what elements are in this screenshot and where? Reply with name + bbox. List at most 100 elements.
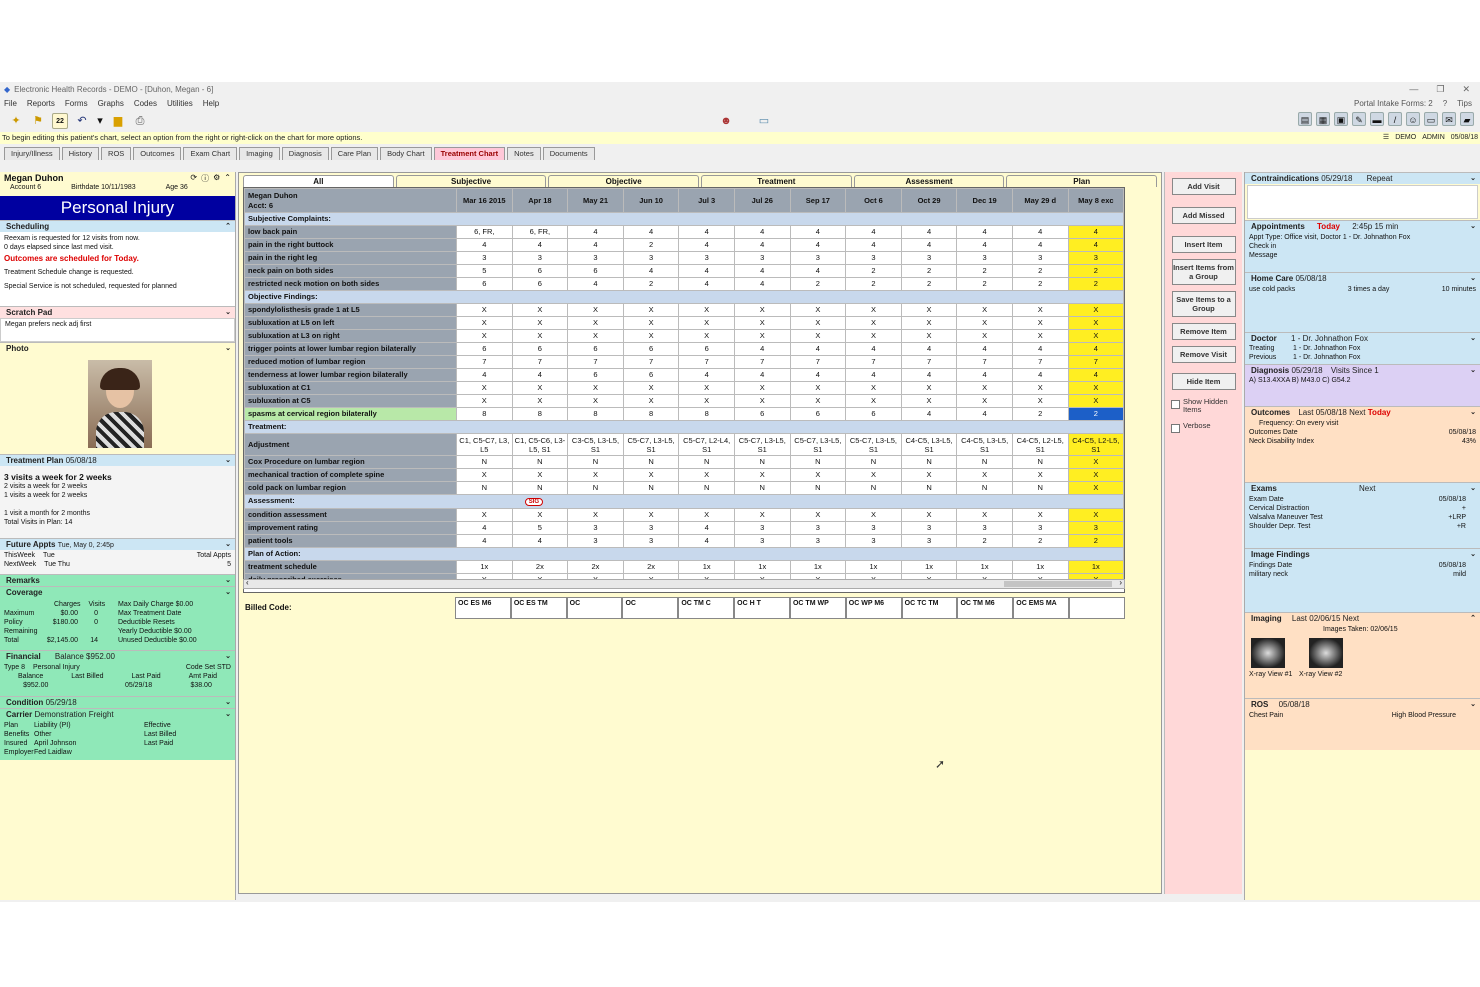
chart-cell[interactable]: 3 <box>733 251 791 265</box>
visit-date-header[interactable]: May 8 exc <box>1067 188 1124 213</box>
item-label[interactable]: trigger points at lower lumbar region bi… <box>244 342 457 356</box>
chart-cell[interactable]: 4 <box>622 264 680 278</box>
collapse-icon[interactable]: ⌃ <box>224 173 231 184</box>
chart-cell[interactable]: X <box>622 381 680 395</box>
chart-cell[interactable]: 6 <box>567 264 624 278</box>
outcomes-header[interactable]: Outcomes Last 05/08/18 Next Today ⌄ <box>1245 406 1480 418</box>
close-icon[interactable]: ✕ <box>1462 84 1470 95</box>
chart-cell[interactable]: X <box>622 394 680 408</box>
hide-item-button[interactable]: Hide Item <box>1171 373 1236 390</box>
chart-cell[interactable]: 3 <box>733 534 791 548</box>
item-label[interactable]: spasms at cervical region bilaterally <box>244 407 457 421</box>
chart-cell[interactable]: X <box>622 303 680 317</box>
chart-cell[interactable]: 7 <box>845 355 902 369</box>
visit-date-header[interactable]: Jul 3 <box>678 188 735 213</box>
chart-cell[interactable]: 4 <box>733 225 791 239</box>
chart-cell[interactable]: 7 <box>622 355 680 369</box>
portal-intake-link[interactable]: Portal Intake Forms: 2 <box>1354 99 1433 108</box>
treatment-grid[interactable]: Megan Duhon Acct: 6 Mar 16 2015 Apr 18 May 2… <box>243 187 1125 593</box>
chart-cell[interactable]: X <box>567 329 624 343</box>
chart-cell[interactable]: X <box>845 316 902 330</box>
menu-reports[interactable]: Reports <box>27 99 55 108</box>
chart-cell[interactable]: 4 <box>1011 225 1069 239</box>
chart-cell[interactable]: 4 <box>511 534 569 548</box>
chart-cell[interactable]: 4 <box>845 225 902 239</box>
chart-cell[interactable]: X <box>678 303 735 317</box>
chart-cell[interactable]: N <box>622 481 680 495</box>
chart-cell[interactable]: 4 <box>678 264 735 278</box>
chart-cell[interactable]: 6 <box>845 407 902 421</box>
chart-cell[interactable]: X <box>789 468 847 482</box>
chart-cell[interactable]: 6 <box>456 342 513 356</box>
chart-cell[interactable]: C4-C5, L3-L5, S1 <box>900 433 958 456</box>
billed-code-cell[interactable]: OC ES TM <box>510 597 567 619</box>
insert-item-button[interactable]: Insert Item <box>1171 236 1236 253</box>
chart-cell[interactable]: X <box>1011 508 1069 522</box>
chart-cell[interactable]: 4 <box>845 368 902 382</box>
home-care-header[interactable]: Home Care 05/08/18 ⌄ <box>1245 272 1480 284</box>
chart-cell[interactable]: 5 <box>456 264 513 278</box>
chart-tab-subjective[interactable]: Subjective <box>395 175 547 187</box>
chart-cell[interactable]: N <box>678 481 735 495</box>
doctor-header[interactable]: Doctor 1 - Dr. Johnathon Fox ⌄ <box>1245 332 1480 344</box>
chart-cell[interactable]: X <box>1067 316 1124 330</box>
calendar-small-icon[interactable]: ▣ <box>1334 112 1348 126</box>
chart-cell[interactable]: X <box>845 329 902 343</box>
undo-icon[interactable]: ↶ <box>74 113 90 129</box>
chart-cell[interactable]: 3 <box>567 251 624 265</box>
chart-cell[interactable]: 6, FR, <box>456 225 513 239</box>
chart-cell[interactable]: 3 <box>1011 251 1069 265</box>
item-label[interactable]: pain in the right buttock <box>244 238 457 252</box>
menu-graphs[interactable]: Graphs <box>98 99 124 108</box>
chart-cell[interactable]: 8 <box>622 407 680 421</box>
tab-outcomes[interactable]: Outcomes <box>133 147 182 160</box>
chart-cell[interactable]: X <box>1067 381 1124 395</box>
chart-cell[interactable]: X <box>789 381 847 395</box>
chart-cell[interactable]: 4 <box>456 368 513 382</box>
chart-cell[interactable]: X <box>845 394 902 408</box>
chart-cell[interactable]: N <box>845 455 902 469</box>
visit-date-header[interactable]: Oct 6 <box>845 188 902 213</box>
chart-cell[interactable]: 3 <box>789 534 847 548</box>
chart-cell[interactable]: 5 <box>511 521 569 535</box>
chart-cell[interactable]: 3 <box>845 251 902 265</box>
chart-cell[interactable]: X <box>567 394 624 408</box>
billed-code-cell[interactable]: OC TC TM <box>901 597 958 619</box>
chart-cell[interactable]: X <box>1011 394 1069 408</box>
item-label[interactable]: subluxation at C5 <box>244 394 457 408</box>
tab-exam-chart[interactable]: Exam Chart <box>183 147 238 160</box>
visit-date-header[interactable]: Dec 19 <box>956 188 1013 213</box>
chart-cell[interactable]: 7 <box>511 355 569 369</box>
chart-tab-objective[interactable]: Objective <box>548 175 700 187</box>
chart-cell[interactable]: 6 <box>567 368 624 382</box>
chart-cell[interactable]: 3 <box>789 251 847 265</box>
chart-cell[interactable]: N <box>622 455 680 469</box>
chart-cell[interactable]: C5-C7, L3-L5, S1 <box>789 433 847 456</box>
chart-cell[interactable]: X <box>733 316 791 330</box>
chart-cell[interactable]: X <box>511 468 569 482</box>
chart-cell[interactable]: 4 <box>900 238 958 252</box>
chart-cell[interactable]: 6 <box>789 407 847 421</box>
help-icon[interactable]: ? <box>1443 99 1447 108</box>
chart-cell[interactable]: X <box>956 394 1013 408</box>
chart-cell[interactable]: 2 <box>1067 277 1124 291</box>
chart-cell[interactable]: X <box>456 303 513 317</box>
chart-cell[interactable]: X <box>622 316 680 330</box>
chart-cell[interactable]: 4 <box>1067 368 1124 382</box>
calendar-icon[interactable]: 22 <box>52 113 68 129</box>
chart-cell[interactable]: 3 <box>845 534 902 548</box>
billed-code-cell[interactable]: OC <box>622 597 679 619</box>
chart-cell[interactable]: N <box>678 455 735 469</box>
chart-cell[interactable]: 4 <box>1067 238 1124 252</box>
chart-cell[interactable]: C5-C7, L3-L5, S1 <box>622 433 680 456</box>
scrollbar-thumb[interactable] <box>1004 581 1112 587</box>
chart-cell[interactable]: X <box>678 329 735 343</box>
contraindications-header[interactable]: Contraindications 05/29/18 Repeat ⌄ <box>1245 172 1480 184</box>
chart-cell[interactable]: 1x <box>900 560 958 574</box>
chart-cell[interactable]: X <box>956 468 1013 482</box>
item-label[interactable]: condition assessment <box>244 508 457 522</box>
item-label[interactable]: Cox Procedure on lumbar region <box>244 455 457 469</box>
chart-cell[interactable]: 8 <box>511 407 569 421</box>
chart-cell[interactable]: 4 <box>456 521 513 535</box>
chart-cell[interactable]: N <box>900 455 958 469</box>
